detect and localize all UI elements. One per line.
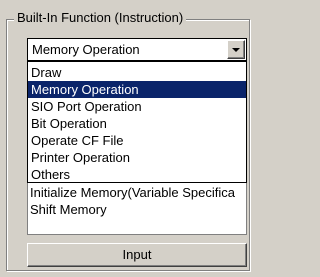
groupbox-title: Built-In Function (Instruction)	[14, 10, 187, 26]
category-dropdown-list[interactable]: Draw Memory Operation SIO Port Operation…	[27, 61, 247, 183]
combobox-dropdown-button[interactable]	[227, 40, 245, 59]
list-item-shift-memory[interactable]: Shift Memory	[28, 201, 246, 218]
dropdown-item-sio-port-operation[interactable]: SIO Port Operation	[28, 98, 246, 115]
function-panel: Built-In Function (Instruction) Memory O…	[0, 0, 256, 277]
dropdown-item-draw[interactable]: Draw	[28, 64, 246, 81]
chevron-down-icon	[232, 48, 240, 52]
instruction-listbox[interactable]: Initialize Memory(Variable Specifica Shi…	[27, 183, 247, 235]
dropdown-item-memory-operation[interactable]: Memory Operation	[28, 81, 246, 98]
dropdown-item-others[interactable]: Others	[28, 166, 246, 183]
dropdown-item-printer-operation[interactable]: Printer Operation	[28, 149, 246, 166]
dropdown-item-bit-operation[interactable]: Bit Operation	[28, 115, 246, 132]
function-category-combobox[interactable]: Memory Operation	[27, 38, 247, 61]
list-item-initialize-memory[interactable]: Initialize Memory(Variable Specifica	[28, 184, 246, 201]
dropdown-item-operate-cf-file[interactable]: Operate CF File	[28, 132, 246, 149]
input-button[interactable]: Input	[27, 243, 247, 267]
combobox-selected-value: Memory Operation	[32, 42, 140, 57]
